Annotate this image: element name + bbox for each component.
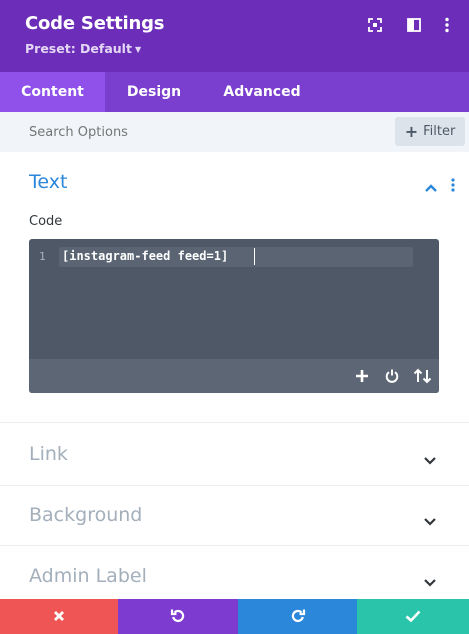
caret-down-icon: ▼ xyxy=(134,45,142,54)
code-content[interactable]: [instagram-feed feed=1] xyxy=(62,249,228,263)
divider xyxy=(0,485,469,486)
save-button[interactable] xyxy=(357,599,469,634)
preset-label: Preset: Default xyxy=(25,41,132,56)
redo-button[interactable] xyxy=(238,599,357,634)
divider xyxy=(0,545,469,546)
filter-button[interactable]: + Filter xyxy=(395,117,465,146)
more-icon[interactable] xyxy=(438,16,456,34)
search-input[interactable] xyxy=(16,118,386,146)
redo-icon xyxy=(290,607,306,627)
modal-header: Code Settings Preset: Default ▼ xyxy=(0,0,469,72)
preset-selector[interactable]: Preset: Default ▼ xyxy=(25,41,141,56)
close-icon xyxy=(53,607,65,626)
split-view-icon[interactable] xyxy=(405,16,423,34)
power-icon[interactable] xyxy=(383,367,401,385)
tab-advanced[interactable]: Advanced xyxy=(203,72,321,112)
section-title-background[interactable]: Background xyxy=(29,504,142,526)
filter-label: Filter xyxy=(423,124,456,139)
section-title-text[interactable]: Text xyxy=(29,171,67,193)
section-title-link[interactable]: Link xyxy=(29,443,68,465)
sort-icon[interactable] xyxy=(412,367,434,385)
undo-button[interactable] xyxy=(118,599,238,634)
chevron-up-icon[interactable] xyxy=(424,178,438,192)
text-cursor xyxy=(254,248,255,265)
chevron-down-icon[interactable] xyxy=(423,450,437,465)
tab-bar: Content Design Advanced xyxy=(0,72,469,112)
check-icon xyxy=(405,607,421,626)
fullscreen-icon[interactable] xyxy=(366,16,384,34)
chevron-down-icon[interactable] xyxy=(423,572,437,587)
editor-toolbar xyxy=(29,359,439,393)
modal-footer xyxy=(0,599,469,634)
chevron-down-icon[interactable] xyxy=(423,511,437,526)
plus-icon: + xyxy=(404,121,419,141)
code-editor[interactable]: 1 [instagram-feed feed=1] xyxy=(29,239,439,393)
line-number: 1 xyxy=(39,250,46,263)
tab-content[interactable]: Content xyxy=(0,72,105,112)
code-field-label: Code xyxy=(29,214,63,229)
section-more-icon[interactable] xyxy=(450,177,456,192)
tab-design[interactable]: Design xyxy=(105,72,203,112)
section-title-admin-label[interactable]: Admin Label xyxy=(29,565,147,587)
cancel-button[interactable] xyxy=(0,599,118,634)
add-icon[interactable] xyxy=(353,367,371,385)
undo-icon xyxy=(170,607,186,627)
modal-title: Code Settings xyxy=(25,13,165,34)
divider xyxy=(0,422,469,423)
